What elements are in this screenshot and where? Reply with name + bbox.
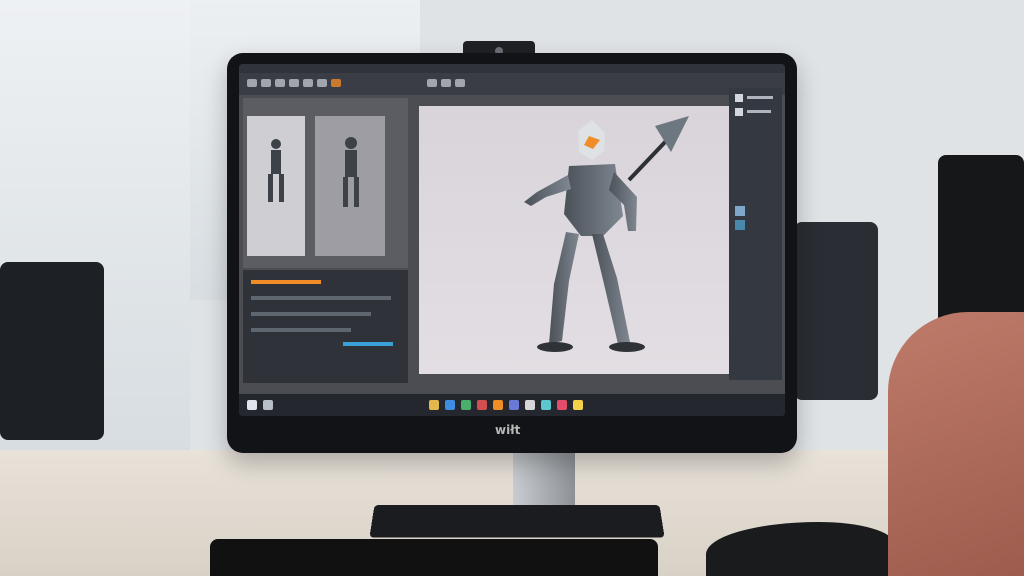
shape-tool-icon[interactable] (289, 79, 299, 87)
app-icon[interactable] (461, 400, 471, 410)
selected-layer[interactable] (343, 342, 393, 346)
render-tool-icon[interactable] (455, 79, 465, 87)
main-monitor: wiłt (227, 53, 797, 453)
keyboard (210, 539, 658, 576)
taskbar (239, 394, 785, 416)
character-render (524, 116, 689, 352)
toolbar (239, 73, 785, 95)
track-line[interactable] (251, 312, 371, 316)
browser-icon[interactable] (445, 400, 455, 410)
track-line[interactable] (251, 328, 351, 332)
spear (627, 116, 689, 182)
left-monitor (0, 262, 104, 440)
properties-panel (729, 88, 782, 380)
app-icon[interactable] (557, 400, 567, 410)
app-icon[interactable] (573, 400, 583, 410)
monitor-brand: wiłt (495, 423, 521, 437)
app-icon[interactable] (509, 400, 519, 410)
text-tool-icon[interactable] (317, 79, 327, 87)
right-monitor (794, 222, 878, 400)
main-canvas[interactable] (419, 106, 729, 374)
app-icon[interactable] (493, 400, 503, 410)
character-figure (524, 120, 645, 352)
search-icon[interactable] (263, 400, 273, 410)
folder-icon[interactable] (429, 400, 439, 410)
timeline-panel[interactable] (243, 270, 408, 383)
app-icon[interactable] (541, 400, 551, 410)
property-line (747, 110, 771, 113)
far-right-monitor (938, 155, 1024, 325)
thumbnail-figures (268, 137, 359, 207)
app-icon[interactable] (525, 400, 535, 410)
person-shoulder (888, 312, 1024, 576)
app-icon[interactable] (477, 400, 487, 410)
swatch-icon[interactable] (735, 206, 745, 216)
menu-bar (239, 64, 785, 73)
track-line[interactable] (251, 296, 391, 300)
transform-tool-icon[interactable] (441, 79, 451, 87)
selected-track[interactable] (251, 280, 321, 284)
office-scene: wiłt (0, 0, 1024, 576)
select-tool-icon[interactable] (247, 79, 257, 87)
layers-icon[interactable] (735, 108, 743, 116)
swatch-icon[interactable] (735, 220, 745, 230)
move-tool-icon[interactable] (261, 79, 271, 87)
layers-tool-icon[interactable] (427, 79, 437, 87)
brush-tool-icon[interactable] (275, 79, 285, 87)
reference-panel (243, 98, 408, 268)
zoom-tool-icon[interactable] (303, 79, 313, 87)
start-icon[interactable] (247, 400, 257, 410)
monitor-stand-base (369, 505, 665, 538)
color-tool-icon[interactable] (331, 79, 341, 87)
design-app-screen (239, 64, 785, 416)
properties-icon[interactable] (735, 94, 743, 102)
property-line (747, 96, 773, 99)
